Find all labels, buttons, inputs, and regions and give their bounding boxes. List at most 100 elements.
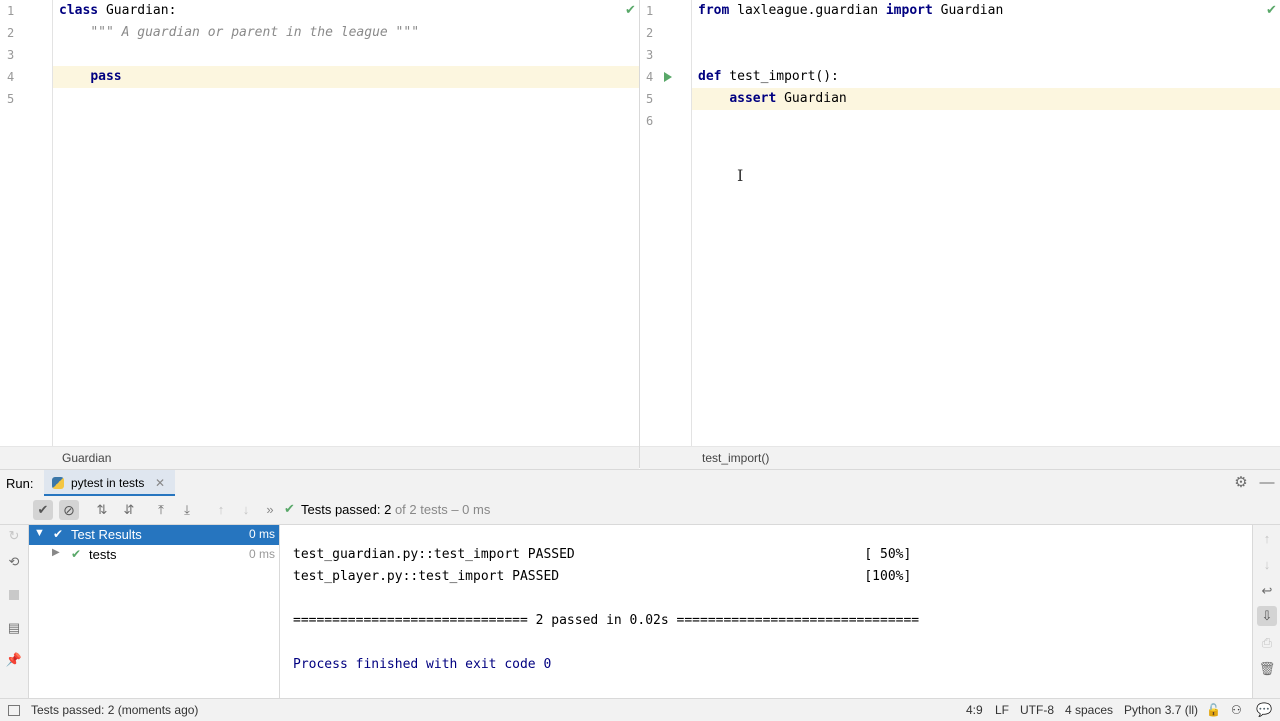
trash-icon[interactable]: 🗑 (1258, 661, 1276, 677)
left-breadcrumb: Guardian (0, 446, 639, 469)
console-right-toolbar: ↑ ↓ ↩ ⇩ ⎙ 🗑 (1252, 525, 1280, 698)
line-number: 4 (7, 70, 15, 84)
code-text: laxleague.guardian (729, 3, 886, 18)
code-text: Guardian: (98, 3, 177, 18)
toggle-auto-test-icon[interactable]: ⟲ (5, 554, 23, 570)
status-message[interactable]: Tests passed: 2 (moments ago) (31, 699, 198, 721)
line-separator[interactable]: LF (995, 699, 1009, 721)
tests-passed-detail: of 2 tests – 0 ms (394, 502, 491, 517)
tree-row-test-results[interactable]: ▼ ✔ Test Results 0 ms (29, 525, 279, 545)
file-encoding[interactable]: UTF-8 (1020, 699, 1054, 721)
line-number: 1 (646, 4, 654, 18)
tree-node-time: 0 ms (248, 527, 275, 541)
inspection-ok-icon: ✔ (1266, 2, 1277, 17)
pin-icon[interactable]: 📌 (5, 652, 23, 668)
tree-node-label: Test Results (71, 527, 142, 542)
console-line: test_guardian.py::test_import PASSED [ 5… (293, 547, 912, 562)
code-keyword: def (698, 69, 722, 84)
line-number: 5 (646, 92, 654, 106)
minimize-icon[interactable]: — (1258, 475, 1276, 491)
breadcrumb-item[interactable]: test_import() (702, 447, 769, 469)
code-docstring: """ A guardian or parent in the league "… (90, 25, 420, 40)
run-tab-label: pytest in tests (71, 476, 145, 490)
scroll-down-icon[interactable]: ↓ (1258, 557, 1276, 573)
print-icon[interactable]: ⎙ (1258, 635, 1276, 651)
rerun-failed-icon[interactable]: ↻ (5, 528, 23, 544)
code-line[interactable]: pass (59, 66, 122, 88)
show-ignored-toggle[interactable]: ⊘ (59, 500, 79, 520)
event-log-icon[interactable]: 💬 (1256, 699, 1272, 721)
run-tab[interactable]: pytest in tests ✕ (44, 470, 175, 497)
right-editor[interactable]: 1 from laxleague.guardian import Guardian… (640, 0, 1280, 446)
code-line[interactable]: def test_import(): (698, 66, 839, 88)
sort-alphabetically-icon[interactable]: ⇅ (93, 502, 111, 518)
code-line[interactable]: class Guardian: (59, 0, 176, 22)
console-line: Process finished with exit code 0 (293, 657, 552, 672)
code-text: Guardian (932, 3, 1004, 18)
line-number: 3 (7, 48, 15, 62)
show-passed-toggle[interactable]: ✔ (33, 500, 53, 520)
line-number: 3 (646, 48, 654, 62)
right-breadcrumb: test_import() (640, 446, 1280, 469)
line-number: 5 (7, 92, 15, 106)
run-label: Run: (6, 476, 34, 491)
tool-window-toggle-icon[interactable] (8, 705, 20, 716)
scroll-to-end-icon[interactable]: ⇩ (1257, 606, 1277, 626)
caret-position[interactable]: 4:9 (966, 699, 983, 721)
line-number: 4 (646, 70, 654, 84)
indent-setting[interactable]: 4 spaces (1065, 699, 1113, 721)
sort-by-duration-icon[interactable]: ⇵ (120, 502, 138, 518)
collapsed-arrow-icon[interactable]: ▶ (52, 547, 60, 558)
console-line: test_player.py::test_import PASSED [100%… (293, 569, 912, 584)
code-line[interactable]: from laxleague.guardian import Guardian (698, 0, 1003, 22)
code-keyword: import (885, 3, 933, 18)
tree-node-time: 0 ms (248, 547, 275, 561)
previous-failed-icon[interactable]: ↑ (212, 502, 230, 518)
left-editor[interactable]: 1 class Guardian: 2 """ A guardian or pare… (0, 0, 639, 446)
layout-icon[interactable]: ▤ (5, 620, 23, 636)
line-number: 1 (7, 4, 15, 18)
pass-check-icon: ✔ (71, 547, 82, 561)
tests-passed-summary: Tests passed: 2 of 2 tests – 0 ms (301, 502, 490, 517)
scroll-up-icon[interactable]: ↑ (1258, 531, 1276, 547)
expand-all-icon[interactable]: ⤒ (152, 502, 170, 518)
run-test-gutter-icon[interactable] (663, 71, 673, 83)
code-keyword: pass (90, 69, 122, 84)
gear-icon[interactable]: ⚙ (1232, 475, 1250, 491)
run-left-toolbar: ↻ ⟲ ▤ 📌 (0, 496, 29, 698)
code-text: Guardian (776, 91, 847, 106)
code-keyword: from (698, 3, 730, 18)
tests-passed-count: Tests passed: 2 (301, 502, 392, 517)
inspector-icon[interactable]: ⚇ (1231, 699, 1242, 721)
expanded-arrow-icon[interactable]: ▼ (34, 527, 45, 539)
line-number: 2 (646, 26, 654, 40)
stop-icon[interactable] (9, 590, 19, 600)
run-tool-window-header: Run: pytest in tests ✕ ⚙ — (0, 469, 1280, 497)
lock-icon[interactable]: 🔓 (1206, 699, 1221, 721)
test-runner-toolbar: ✔ ⊘ ⇅ ⇵ ⤒ ⤓ ↑ ↓ » ✔ Tests passed: 2 of 2… (0, 496, 1280, 525)
status-bar: Tests passed: 2 (moments ago) 4:9 LF UTF… (0, 698, 1280, 721)
code-line[interactable]: """ A guardian or parent in the league "… (59, 22, 419, 44)
tree-row-tests[interactable]: ▶ ✔ tests 0 ms (29, 545, 279, 565)
console-output[interactable]: test_guardian.py::test_import PASSED [ 5… (280, 525, 1251, 698)
collapse-all-icon[interactable]: ⤓ (178, 502, 196, 518)
breadcrumb-item[interactable]: Guardian (62, 447, 111, 469)
test-results-tree[interactable]: ▼ ✔ Test Results 0 ms ▶ ✔ tests 0 ms (29, 525, 280, 698)
pass-check-icon: ✔ (53, 527, 64, 541)
close-tab-icon[interactable]: ✕ (155, 470, 165, 497)
current-line-highlight (53, 66, 639, 88)
python-interpreter[interactable]: Python 3.7 (ll) (1124, 699, 1198, 721)
line-number: 2 (7, 26, 15, 40)
next-failed-icon[interactable]: ↓ (237, 502, 255, 518)
text-cursor-icon: I (737, 166, 744, 185)
tests-passed-check-icon: ✔ (284, 501, 295, 516)
code-line[interactable]: assert Guardian (698, 88, 847, 110)
more-actions-icon[interactable]: » (261, 502, 279, 518)
tree-node-label: tests (89, 547, 117, 562)
soft-wrap-icon[interactable]: ↩ (1258, 583, 1276, 599)
python-icon (52, 477, 64, 489)
inspection-ok-icon: ✔ (625, 2, 636, 17)
code-keyword: assert (729, 91, 777, 106)
